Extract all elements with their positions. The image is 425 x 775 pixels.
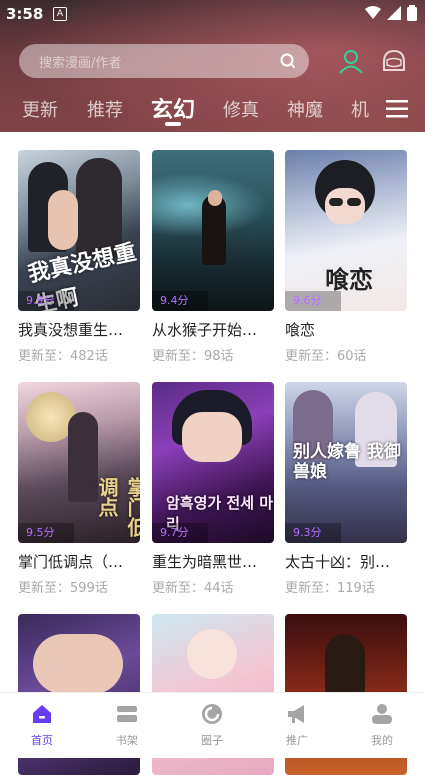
comic-grid: 我真没想重生啊 9.9分 我真没想重生… 更新至：482话 9.4分 从水猴子开… — [0, 132, 425, 775]
cover-title-text: 掌门低调点 — [95, 477, 140, 537]
score-badge: 9.4分 — [160, 294, 189, 307]
nav-label: 首页 — [31, 734, 53, 747]
score-badge: 9.9分 — [26, 294, 55, 307]
comic-card[interactable]: 别人嫁鲁 我御兽娘 9.3分 太古十凶：别… 更新至：119话 — [285, 382, 407, 596]
comic-cover[interactable]: 9.4分 — [152, 150, 274, 311]
comic-update: 更新至：119话 — [285, 581, 375, 596]
comic-card[interactable]: 암흑영가 전세 마리 9.7分 重生为暗黑世… 更新至：44话 — [152, 382, 274, 596]
comic-title[interactable]: 太古十凶：别… — [285, 551, 407, 572]
nav-home[interactable]: 首页 — [12, 703, 72, 748]
active-tab-indicator — [165, 122, 181, 126]
helmet-icon[interactable] — [381, 48, 407, 74]
megaphone-icon — [288, 705, 304, 723]
comic-update: 更新至：599话 — [18, 581, 108, 596]
header: 3:58 A 搜索漫画/作者 更新 推荐 玄幻 修真 神魔 机 — [0, 0, 425, 132]
nav-profile[interactable]: 我的 — [352, 703, 412, 748]
tab-gengxin[interactable]: 更新 — [22, 96, 58, 122]
tab-shenmo[interactable]: 神魔 — [287, 96, 323, 122]
score-badge: 9.3分 — [293, 526, 322, 539]
comic-title[interactable]: 喰恋 — [285, 319, 407, 340]
cover-title-text: 别人嫁鲁 我御兽娘 — [293, 442, 401, 482]
comic-card[interactable]: 9.4分 从水猴子开始… 更新至：98话 — [152, 150, 274, 364]
nav-label: 书架 — [116, 734, 138, 747]
nav-circle[interactable]: 圈子 — [182, 703, 242, 748]
nav-promote[interactable]: 推广 — [267, 703, 327, 748]
status-time: 3:58 — [6, 5, 44, 23]
nav-label: 我的 — [371, 734, 393, 747]
nav-label: 推广 — [286, 734, 308, 747]
comic-cover[interactable]: 我真没想重生啊 9.9分 — [18, 150, 140, 311]
comic-cover[interactable]: 喰恋 9.6分 — [285, 150, 407, 311]
tab-ji[interactable]: 机 — [351, 96, 369, 122]
bookshelf-icon — [117, 706, 137, 722]
cover-title-text: 喰恋 — [325, 265, 373, 294]
profile-icon — [372, 704, 392, 724]
score-badge: 9.7分 — [160, 526, 189, 539]
comic-cover[interactable]: 암흑영가 전세 마리 9.7分 — [152, 382, 274, 543]
comic-title[interactable]: 我真没想重生… — [18, 319, 140, 340]
notification-app-icon: A — [53, 7, 67, 21]
bottom-nav: 首页 书架 圈子 推广 我的 — [0, 692, 425, 758]
score-badge: 9.6分 — [293, 294, 322, 307]
tab-xuanhuan[interactable]: 玄幻 — [151, 92, 195, 124]
search-icon[interactable] — [279, 52, 297, 70]
menu-icon[interactable] — [386, 100, 408, 118]
search-placeholder: 搜索漫画/作者 — [39, 56, 122, 71]
comic-card[interactable]: 我真没想重生啊 9.9分 我真没想重生… 更新至：482话 — [18, 150, 140, 364]
comic-update: 更新至：98话 — [152, 349, 234, 364]
comic-update: 更新至：482话 — [18, 349, 108, 364]
category-tabs: 更新 推荐 玄幻 修真 神魔 机 — [0, 92, 425, 128]
signal-icon — [387, 6, 401, 20]
score-badge: 9.5分 — [26, 526, 55, 539]
circle-icon — [202, 704, 222, 724]
tab-tuijian[interactable]: 推荐 — [87, 96, 123, 122]
search-input[interactable]: 搜索漫画/作者 — [19, 44, 309, 78]
home-icon — [33, 705, 51, 723]
comic-update: 更新至：60话 — [285, 349, 367, 364]
comic-cover[interactable]: 掌门低调点 9.5分 — [18, 382, 140, 543]
comic-update: 更新至：44话 — [152, 581, 234, 596]
status-icons — [365, 5, 417, 21]
comic-title[interactable]: 从水猴子开始… — [152, 319, 274, 340]
comic-title[interactable]: 重生为暗黑世… — [152, 551, 274, 572]
wifi-icon — [365, 6, 381, 19]
nav-bookshelf[interactable]: 书架 — [97, 703, 157, 748]
nav-label: 圈子 — [201, 734, 223, 747]
battery-icon — [407, 5, 417, 21]
status-bar: 3:58 A — [0, 0, 425, 30]
comic-card[interactable]: 喰恋 9.6分 喰恋 更新至：60话 — [285, 150, 407, 364]
comic-cover[interactable]: 别人嫁鲁 我御兽娘 9.3分 — [285, 382, 407, 543]
comic-title[interactable]: 掌门低调点（… — [18, 551, 140, 572]
comic-card[interactable]: 掌门低调点 9.5分 掌门低调点（… 更新至：599话 — [18, 382, 140, 596]
user-icon[interactable] — [338, 48, 364, 74]
tab-xiuzhen[interactable]: 修真 — [223, 96, 259, 122]
